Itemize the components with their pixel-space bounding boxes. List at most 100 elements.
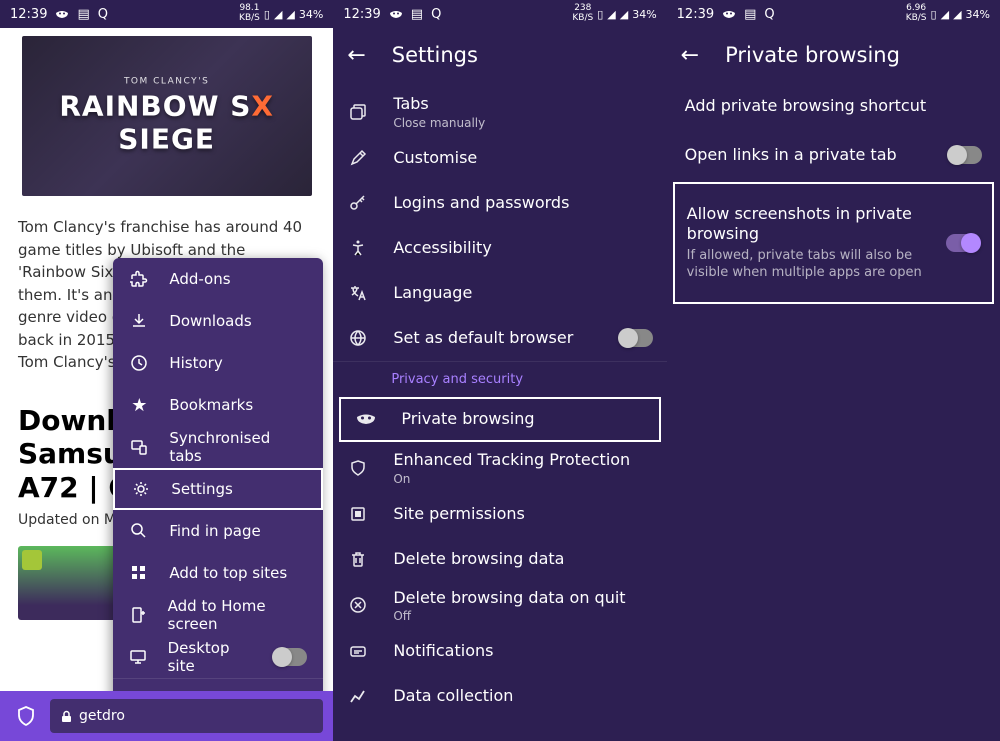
pb-open-links[interactable]: Open links in a private tab	[667, 131, 1000, 180]
setting-label: Logins and passwords	[393, 193, 652, 214]
menu-downloads[interactable]: Downloads	[113, 300, 323, 342]
pb-label: Open links in a private tab	[685, 145, 934, 166]
setting-accessibility[interactable]: Accessibility	[333, 226, 666, 271]
menu-desktop-site[interactable]: Desktop site	[113, 636, 323, 678]
message-icon	[347, 641, 369, 663]
menu-addons[interactable]: Add-ons	[113, 258, 323, 300]
menu-label: Bookmarks	[169, 396, 253, 414]
setting-label: Delete browsing data	[393, 549, 652, 570]
back-button[interactable]: ←	[681, 43, 699, 68]
browser-menu: Add-ons Downloads History ★ Bookmarks Sy…	[113, 258, 323, 720]
setting-data-collection[interactable]: Data collection	[333, 674, 666, 719]
menu-label: Synchronised tabs	[169, 429, 307, 465]
hero-title: RAINBOW SX SIEGE	[22, 90, 312, 156]
setting-sublabel: Close manually	[393, 116, 652, 130]
setting-label: Private browsing	[401, 409, 644, 430]
setting-label: Accessibility	[393, 238, 652, 259]
pb-sublabel: If allowed, private tabs will also be vi…	[687, 248, 932, 282]
allow-screenshots-toggle[interactable]	[946, 234, 980, 252]
setting-default-browser[interactable]: Set as default browser	[333, 316, 666, 361]
image-icon: ▤	[77, 7, 89, 22]
menu-synced-tabs[interactable]: Synchronised tabs	[113, 426, 323, 468]
menu-add-home-screen[interactable]: Add to Home screen	[113, 594, 323, 636]
page-title: Private browsing	[725, 43, 900, 67]
setting-sublabel: Off	[393, 609, 652, 623]
url-input[interactable]: getdro	[50, 699, 323, 733]
setting-label: Data collection	[393, 686, 652, 707]
menu-find-in-page[interactable]: Find in page	[113, 510, 323, 552]
setting-label: Tabs	[393, 94, 652, 115]
default-browser-toggle[interactable]	[619, 329, 653, 347]
wifi-icon: ◢	[941, 8, 949, 21]
desktop-icon	[129, 647, 147, 667]
close-circle-icon	[347, 594, 369, 616]
q-icon: Q	[431, 7, 441, 22]
grid-icon	[129, 563, 149, 583]
page-title: Settings	[392, 43, 478, 67]
menu-label: Add-ons	[169, 270, 230, 288]
hero-subtitle: TOM CLANCY'S	[22, 77, 312, 87]
search-icon	[129, 521, 149, 541]
devices-icon	[129, 437, 149, 457]
mask-icon	[389, 9, 403, 19]
signal-icon: ◢	[620, 8, 628, 21]
desktop-site-toggle[interactable]	[273, 648, 307, 666]
menu-label: Find in page	[169, 522, 260, 540]
menu-label: History	[169, 354, 222, 372]
setting-delete-on-quit[interactable]: Delete browsing data on quit Off	[333, 582, 666, 630]
q-icon: Q	[98, 7, 108, 22]
setting-label: Customise	[393, 148, 652, 169]
battery-text: 34%	[299, 8, 323, 21]
setting-site-permissions[interactable]: Site permissions	[333, 492, 666, 537]
menu-bookmarks[interactable]: ★ Bookmarks	[113, 384, 323, 426]
settings-header: ← Settings	[333, 28, 666, 82]
setting-sublabel: On	[393, 472, 652, 486]
setting-label: Set as default browser	[393, 328, 594, 349]
image-icon: ▤	[744, 7, 756, 22]
status-time: 12:39	[677, 7, 714, 22]
status-bar: 12:39 ▤ Q 98.1KB/S ▯ ◢ ◢ 34%	[0, 0, 333, 28]
status-bar: 12:39 ▤ Q 6.96KB/S ▯ ◢ ◢ 34%	[667, 0, 1000, 28]
menu-settings[interactable]: Settings	[113, 468, 323, 510]
mask-icon	[722, 9, 736, 19]
gear-icon	[131, 479, 151, 499]
volte-icon: ▯	[597, 8, 603, 21]
setting-logins[interactable]: Logins and passwords	[333, 181, 666, 226]
setting-customise[interactable]: Customise	[333, 136, 666, 181]
pb-label: Allow screenshots in private browsing	[687, 204, 932, 246]
menu-add-top-sites[interactable]: Add to top sites	[113, 552, 323, 594]
volte-icon: ▯	[931, 8, 937, 21]
tabs-icon	[347, 101, 369, 123]
globe-icon	[347, 327, 369, 349]
section-header-privacy: Privacy and security	[333, 361, 666, 397]
lock-icon	[60, 710, 73, 723]
setting-notifications[interactable]: Notifications	[333, 629, 666, 674]
menu-label: Desktop site	[168, 639, 254, 675]
wifi-icon: ◢	[274, 8, 282, 21]
menu-history[interactable]: History	[113, 342, 323, 384]
pb-add-shortcut[interactable]: Add private browsing shortcut	[667, 82, 1000, 131]
pb-allow-screenshots[interactable]: Allow screenshots in private browsing If…	[673, 182, 994, 304]
image-icon: ▤	[411, 7, 423, 22]
phone-add-icon	[129, 605, 147, 625]
back-button[interactable]: ←	[347, 43, 365, 68]
setting-label: Delete browsing data on quit	[393, 588, 652, 609]
shield-button[interactable]	[10, 700, 42, 732]
mask-icon	[355, 408, 377, 430]
open-links-toggle[interactable]	[948, 146, 982, 164]
article-hero-image: TOM CLANCY'S RAINBOW SX SIEGE	[22, 36, 312, 196]
network-speed: 98.1KB/S	[239, 4, 260, 24]
menu-label: Add to Home screen	[168, 597, 308, 633]
setting-tracking-protection[interactable]: Enhanced Tracking Protection On	[333, 444, 666, 492]
setting-delete-data[interactable]: Delete browsing data	[333, 537, 666, 582]
brush-icon	[347, 147, 369, 169]
status-time: 12:39	[10, 7, 47, 22]
setting-label: Enhanced Tracking Protection	[393, 450, 652, 471]
shield-icon	[347, 457, 369, 479]
setting-label: Notifications	[393, 641, 652, 662]
setting-tabs[interactable]: Tabs Close manually	[333, 88, 666, 136]
setting-private-browsing[interactable]: Private browsing	[339, 397, 660, 442]
q-icon: Q	[764, 7, 774, 22]
key-icon	[347, 192, 369, 214]
setting-language[interactable]: Language	[333, 271, 666, 316]
